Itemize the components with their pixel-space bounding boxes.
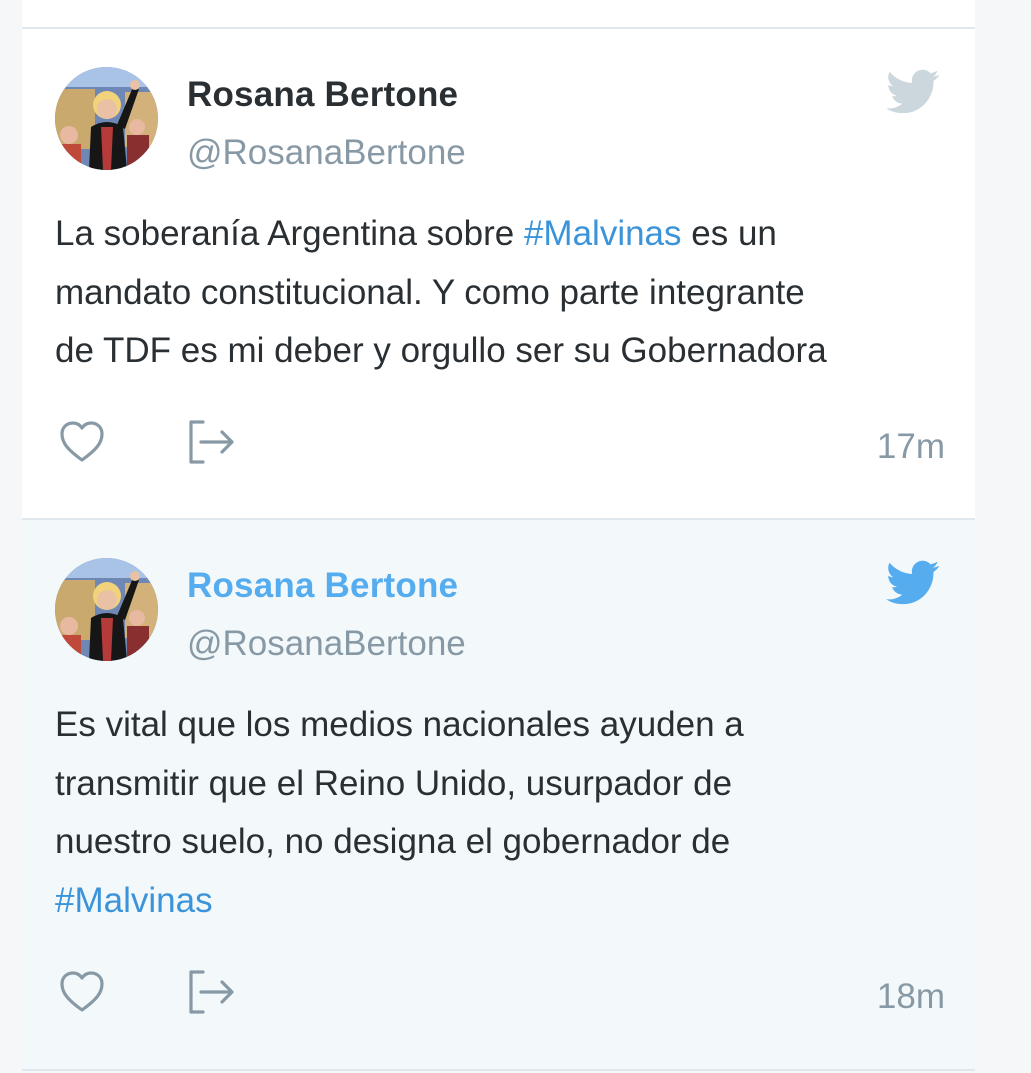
tweet-card[interactable]: Rosana Bertone @RosanaBertone La soberan…: [22, 29, 975, 520]
tweet-timestamp[interactable]: 18m: [877, 977, 945, 1017]
tweet-text-line: de TDF es mi deber y orgullo ser su Gobe…: [55, 322, 935, 381]
text-segment: nuestro suelo, no designa el gobernador …: [55, 822, 731, 861]
tweet-text: La soberanía Argentina sobre #Malvinas e…: [55, 205, 935, 381]
author-handle[interactable]: @RosanaBertone: [187, 133, 466, 173]
text-segment: es un: [681, 214, 777, 253]
tweet-text-line: mandato constitucional. Y como parte int…: [55, 264, 935, 323]
text-segment: transmitir que el Reino Unido, usurpador…: [55, 763, 733, 803]
author-handle[interactable]: @RosanaBertone: [187, 624, 466, 664]
avatar[interactable]: [55, 67, 158, 170]
tweet-actions: 18m: [55, 968, 945, 1024]
tweet-text-line: Es vital que los medios nacionales ayude…: [55, 696, 935, 755]
tweet-text-line: transmitir que el Reino Unido, usurpador…: [55, 755, 935, 814]
tweet-text: Es vital que los medios nacionales ayude…: [55, 696, 935, 930]
tweet-timeline: Rosana Bertone @RosanaBertone La soberan…: [22, 0, 975, 1073]
avatar[interactable]: [55, 558, 158, 661]
share-icon[interactable]: [185, 418, 239, 466]
previous-tweet-edge: [22, 0, 975, 29]
twitter-bird-icon[interactable]: [886, 560, 940, 606]
hashtag-link[interactable]: #Malvinas: [524, 214, 682, 253]
tweet-text-line: nuestro suelo, no designa el gobernador …: [55, 813, 935, 872]
tweet-timestamp[interactable]: 17m: [877, 427, 945, 467]
tweet-text-line: #Malvinas: [55, 872, 935, 931]
heart-icon[interactable]: [58, 418, 106, 466]
author-name[interactable]: Rosana Bertone: [187, 75, 458, 115]
tweet-actions: 17m: [55, 418, 945, 474]
author-name[interactable]: Rosana Bertone: [187, 566, 458, 606]
text-segment: mandato constitucional. Y como parte int…: [55, 272, 805, 312]
text-segment: Es vital que los medios nacionales ayude…: [55, 705, 744, 744]
text-segment: de TDF es mi deber y orgullo ser su Gobe…: [55, 331, 827, 370]
twitter-bird-icon[interactable]: [886, 69, 940, 115]
text-segment: La soberanía Argentina sobre: [55, 214, 524, 253]
hashtag-link[interactable]: #Malvinas: [55, 881, 213, 920]
tweet-text-line: La soberanía Argentina sobre #Malvinas e…: [55, 205, 935, 264]
heart-icon[interactable]: [58, 968, 106, 1016]
tweet-card[interactable]: Rosana Bertone @RosanaBertone Es vital q…: [22, 520, 975, 1071]
share-icon[interactable]: [185, 968, 239, 1016]
